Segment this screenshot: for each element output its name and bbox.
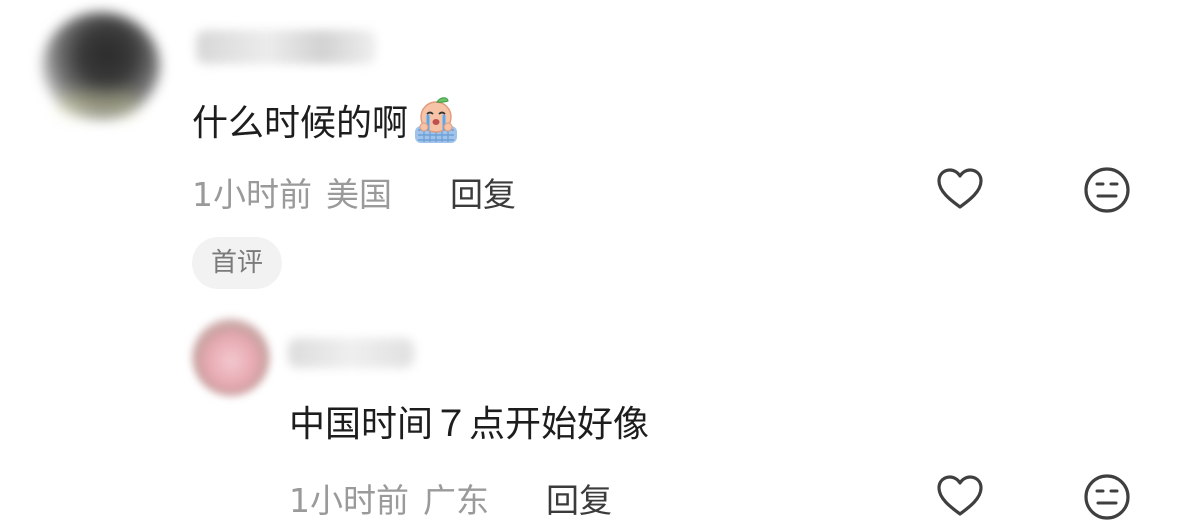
comment-location: 广东 xyxy=(423,481,489,520)
crying-peach-emoji-icon xyxy=(415,97,458,143)
meh-face-icon[interactable] xyxy=(1080,163,1134,217)
comment-time: 1小时前 xyxy=(289,481,409,520)
avatar[interactable] xyxy=(192,318,270,396)
username-blurred[interactable] xyxy=(288,338,414,368)
reply-button[interactable]: 回复 xyxy=(450,168,516,216)
username-blurred[interactable] xyxy=(196,30,376,64)
comment-time: 1小时前 xyxy=(192,175,312,214)
avatar-blur-detail xyxy=(58,92,138,116)
first-comment-badge: 首评 xyxy=(192,237,283,289)
comment-item: 什么时候的啊 1小时前 美国 回复 首评 xyxy=(0,0,1179,300)
comment-meta: 1小时前 广东 xyxy=(289,474,489,522)
comment-location: 美国 xyxy=(326,175,392,214)
heart-outline-icon[interactable] xyxy=(933,470,987,524)
comment-text: 什么时候的啊 xyxy=(192,103,409,144)
meh-face-icon[interactable] xyxy=(1080,470,1134,524)
heart-outline-icon[interactable] xyxy=(933,163,987,217)
comment-text: 中国时间７点开始好像 xyxy=(289,404,650,445)
comment-meta: 1小时前 美国 xyxy=(192,168,392,216)
comment-text-row: 什么时候的啊 xyxy=(192,97,462,151)
reply-button[interactable]: 回复 xyxy=(546,474,612,522)
